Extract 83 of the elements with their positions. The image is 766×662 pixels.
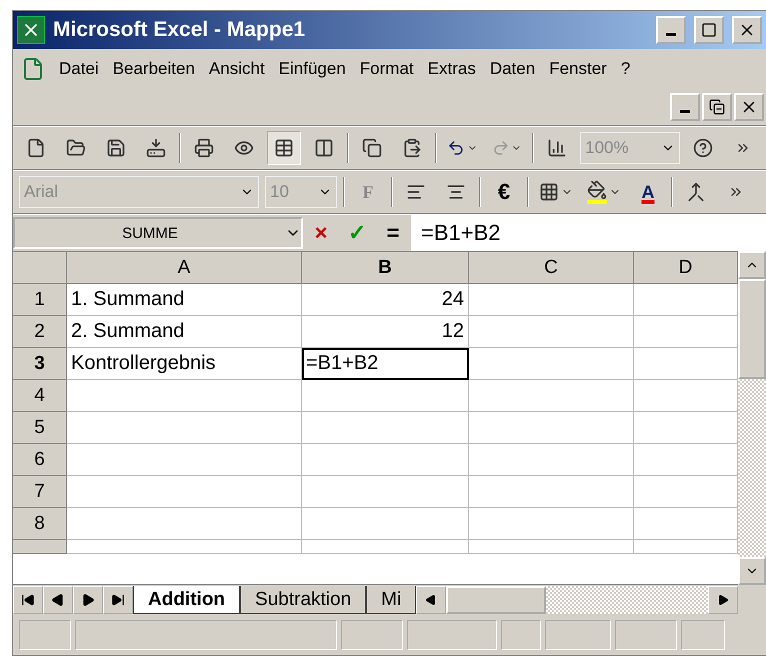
- table-cell: 12: [302, 316, 469, 348]
- next-sheet-button[interactable]: [73, 586, 103, 614]
- first-icon: [21, 593, 35, 607]
- grid-icon: [539, 182, 559, 202]
- name-box[interactable]: SUMME: [13, 217, 303, 249]
- table-cell: Kontrollergebnis: [67, 348, 302, 380]
- menu-item[interactable]: Ansicht: [208, 59, 265, 79]
- folder-icon: [66, 138, 86, 158]
- menu-item[interactable]: Format: [360, 59, 414, 79]
- table-icon: [274, 138, 294, 158]
- app-icon: [17, 16, 45, 44]
- status-pane: [341, 620, 403, 650]
- left-triangle-icon: [425, 594, 438, 606]
- row-header[interactable]: 5: [13, 412, 67, 444]
- font-color-button[interactable]: A: [631, 175, 665, 209]
- scroll-thumb[interactable]: [446, 586, 546, 614]
- scroll-left-button[interactable]: [416, 586, 446, 614]
- close-button[interactable]: [734, 93, 764, 121]
- scroll-right-button[interactable]: [708, 586, 738, 614]
- document-icon: [26, 138, 46, 158]
- previous-sheet-button[interactable]: [43, 586, 73, 614]
- status-pane: [501, 620, 541, 650]
- table-cell: 1. Summand: [67, 284, 302, 316]
- insert-function-button[interactable]: =: [375, 220, 411, 246]
- cancel-button[interactable]: ×: [303, 220, 339, 246]
- close-button[interactable]: [732, 16, 762, 44]
- clipboard-icon: [402, 138, 422, 158]
- columns-icon: [314, 138, 334, 158]
- currency-button[interactable]: €: [487, 175, 521, 209]
- status-pane: [545, 620, 611, 650]
- minimize-button[interactable]: [670, 93, 700, 121]
- left-triangle-icon: [51, 593, 65, 607]
- status-pane: [615, 620, 677, 650]
- row-header[interactable]: 1: [13, 284, 67, 316]
- row-header[interactable]: 2: [13, 316, 67, 348]
- row-header[interactable]: 8: [13, 508, 67, 540]
- menu-item[interactable]: Daten: [490, 59, 536, 79]
- sheet-tab[interactable]: Mi: [366, 586, 416, 614]
- sheet-tab[interactable]: Subtraktion: [240, 586, 366, 614]
- column-header[interactable]: B: [302, 252, 469, 284]
- table-cell: 24: [302, 284, 469, 316]
- active-cell: =B1+B2: [302, 348, 469, 380]
- last-sheet-button[interactable]: [103, 586, 133, 614]
- column-header[interactable]: A: [67, 252, 302, 284]
- paint-bucket-icon: [587, 180, 607, 204]
- menu-item[interactable]: Bearbeiten: [112, 59, 195, 79]
- row-header[interactable]: 4: [13, 380, 67, 412]
- window-title: Microsoft Excel - Mappe1: [53, 18, 306, 42]
- maximize-icon: [701, 22, 717, 38]
- row-header[interactable]: 7: [13, 476, 67, 508]
- restore-icon: [709, 99, 725, 115]
- minimize-button[interactable]: [656, 16, 686, 44]
- menu-item[interactable]: Extras: [428, 59, 476, 79]
- menu-item[interactable]: Fenster: [549, 59, 607, 79]
- minimize-icon: [680, 110, 690, 113]
- normal-view-button[interactable]: [267, 131, 301, 165]
- formula-field[interactable]: =B1+B2: [411, 215, 766, 251]
- menu-item[interactable]: Datei: [59, 59, 99, 79]
- column-header[interactable]: D: [634, 252, 738, 284]
- scroll-thumb[interactable]: [738, 279, 766, 379]
- document-icon: [21, 57, 45, 81]
- help-icon: [693, 138, 713, 158]
- copy-icon: [362, 138, 382, 158]
- last-icon: [111, 593, 125, 607]
- menu-item[interactable]: ?: [620, 59, 630, 79]
- bar-chart-icon: [547, 138, 568, 158]
- menu-item[interactable]: Einfügen: [278, 59, 346, 79]
- merge-icon: [686, 182, 706, 202]
- right-triangle-icon: [81, 593, 95, 607]
- status-pane: [19, 620, 71, 650]
- status-pane: [681, 620, 725, 650]
- maximize-button[interactable]: [694, 16, 724, 44]
- row-header[interactable]: 6: [13, 444, 67, 476]
- first-sheet-button[interactable]: [13, 586, 43, 614]
- printer-icon: [194, 138, 214, 158]
- sheet-tab[interactable]: Addition: [133, 586, 240, 614]
- column-header[interactable]: C: [469, 252, 634, 284]
- right-triangle-icon: [717, 594, 729, 606]
- table-cell: 2. Summand: [67, 316, 302, 348]
- row-header[interactable]: 3: [13, 348, 67, 380]
- restore-button[interactable]: [702, 93, 732, 121]
- download-icon: [146, 138, 166, 158]
- minimize-icon: [666, 33, 676, 36]
